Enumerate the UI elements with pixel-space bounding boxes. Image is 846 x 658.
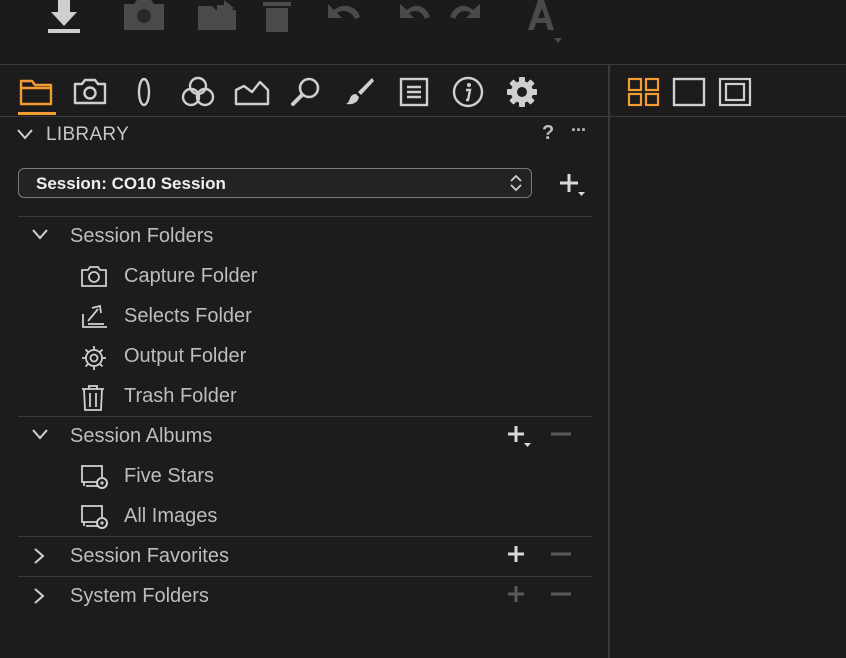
tabs-divider xyxy=(0,116,608,117)
output-folder-icon xyxy=(80,344,108,372)
list-item-selects-folder[interactable]: Selects Folder xyxy=(18,296,592,336)
text-style-icon[interactable] xyxy=(518,0,566,46)
color-circles-icon xyxy=(179,76,217,108)
toolbar-divider xyxy=(0,64,846,65)
add-session-item-button[interactable] xyxy=(558,172,588,198)
tab-capture[interactable] xyxy=(70,72,110,112)
tab-lens[interactable] xyxy=(124,72,164,112)
library-title: LIBRARY xyxy=(46,124,130,145)
add-album-button[interactable] xyxy=(506,424,532,448)
chevron-right-icon[interactable] xyxy=(32,586,46,606)
item-label: Selects Folder xyxy=(124,305,252,327)
undo-icon[interactable] xyxy=(398,0,434,34)
session-select-value: Session: CO10 Session xyxy=(36,174,226,193)
trash-folder-icon xyxy=(80,384,106,412)
list-item-trash-folder[interactable]: Trash Folder xyxy=(18,376,592,416)
item-label: Five Stars xyxy=(124,465,215,487)
details-magnifier-icon xyxy=(290,76,322,108)
section-label: Session Albums xyxy=(70,425,213,447)
tab-adjustments[interactable] xyxy=(340,72,380,112)
tab-metadata[interactable] xyxy=(394,72,434,112)
chevron-right-icon[interactable] xyxy=(32,546,46,566)
capture-folder-icon xyxy=(80,264,108,288)
item-label: Capture Folder xyxy=(124,265,258,287)
more-options-button[interactable]: ··· xyxy=(571,120,587,141)
section-label: Session Favorites xyxy=(70,545,229,567)
metadata-list-icon xyxy=(399,77,429,107)
section-system-folders[interactable]: System Folders xyxy=(18,576,592,616)
undo-all-icon[interactable] xyxy=(324,0,366,34)
section-label: System Folders xyxy=(70,585,209,607)
import-icon[interactable] xyxy=(44,0,84,38)
help-button[interactable]: ? xyxy=(542,122,554,145)
remove-favorite-button[interactable] xyxy=(550,544,572,568)
section-label: Session Folders xyxy=(70,225,214,247)
session-select[interactable]: Session: CO10 Session xyxy=(18,168,532,198)
viewer-toolbar-divider xyxy=(610,116,846,117)
add-system-folder-button[interactable] xyxy=(506,584,532,608)
item-label: Trash Folder xyxy=(124,385,237,407)
select-arrows-icon xyxy=(509,173,523,193)
folder-export-icon[interactable] xyxy=(196,0,240,32)
tab-exposure[interactable] xyxy=(232,72,272,112)
library-folder-icon xyxy=(19,78,53,106)
grid-view-icon[interactable] xyxy=(626,77,662,107)
settings-gear-icon xyxy=(506,76,538,108)
smart-album-icon xyxy=(80,504,110,530)
section-session-albums[interactable]: Session Albums xyxy=(18,416,592,456)
single-view-icon[interactable] xyxy=(672,77,708,107)
tab-library[interactable] xyxy=(16,72,56,112)
info-icon xyxy=(452,76,484,108)
trash-icon[interactable] xyxy=(260,0,294,34)
chevron-down-icon[interactable] xyxy=(30,227,50,241)
adjustments-brush-icon xyxy=(344,76,376,108)
remove-system-folder-button[interactable] xyxy=(550,584,572,608)
panel-divider[interactable] xyxy=(608,64,610,658)
active-tab-indicator xyxy=(18,112,56,115)
redo-icon[interactable] xyxy=(446,0,482,34)
section-session-favorites[interactable]: Session Favorites xyxy=(18,536,592,576)
tab-info[interactable] xyxy=(448,72,488,112)
tab-settings[interactable] xyxy=(502,72,542,112)
list-item-five-stars[interactable]: Five Stars xyxy=(18,456,592,496)
smart-album-icon xyxy=(80,464,110,490)
chevron-down-icon[interactable] xyxy=(30,427,50,441)
item-label: All Images xyxy=(124,505,218,527)
camera-icon[interactable] xyxy=(122,0,166,32)
list-item-all-images[interactable]: All Images xyxy=(18,496,592,536)
remove-album-button[interactable] xyxy=(550,424,572,448)
top-toolbar xyxy=(0,0,846,64)
section-session-folders[interactable]: Session Folders xyxy=(18,216,592,256)
list-item-capture-folder[interactable]: Capture Folder xyxy=(18,256,592,296)
library-header: LIBRARY ? ··· xyxy=(0,118,608,150)
tab-details[interactable] xyxy=(286,72,326,112)
add-favorite-button[interactable] xyxy=(506,544,532,568)
list-item-output-folder[interactable]: Output Folder xyxy=(18,336,592,376)
item-label: Output Folder xyxy=(124,345,247,367)
chevron-down-icon[interactable] xyxy=(16,128,34,140)
tab-color[interactable] xyxy=(178,72,218,112)
capture-camera-icon xyxy=(73,78,107,106)
lens-icon xyxy=(134,77,154,107)
exposure-histogram-icon xyxy=(234,78,270,106)
selects-folder-icon xyxy=(80,304,110,330)
fullscreen-view-icon[interactable] xyxy=(718,77,754,107)
